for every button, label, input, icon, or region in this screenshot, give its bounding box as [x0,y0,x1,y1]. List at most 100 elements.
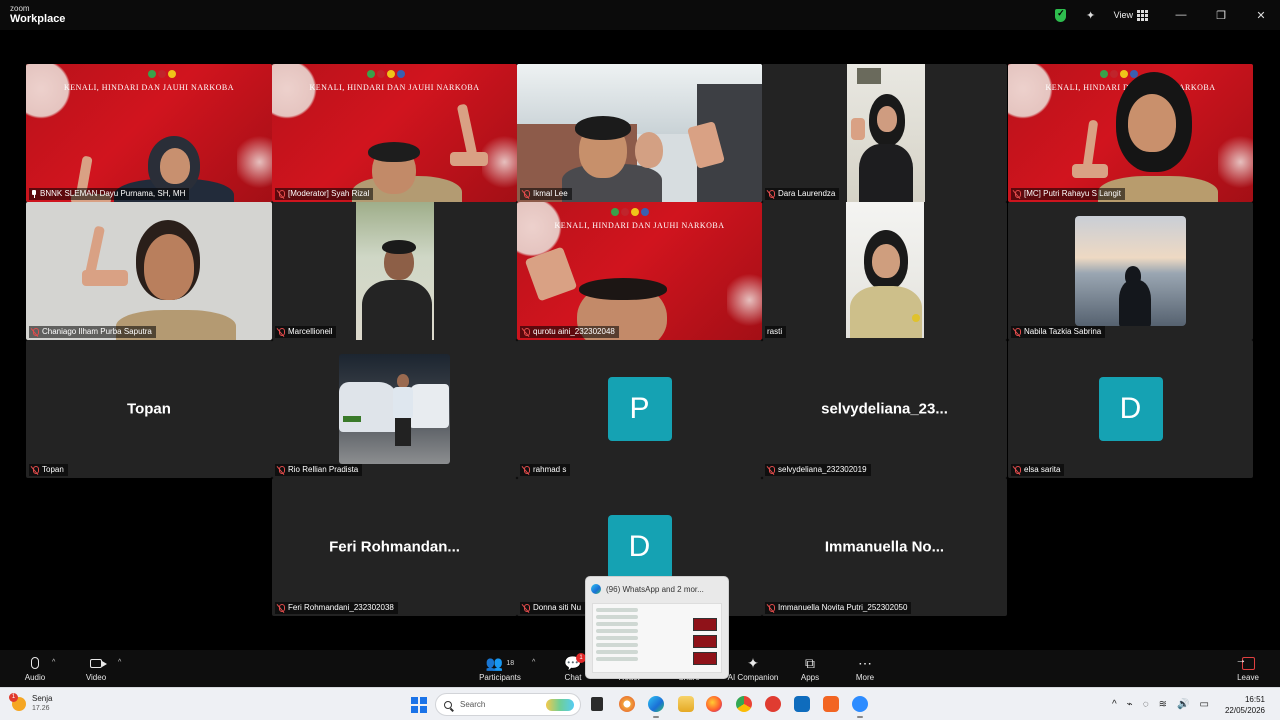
leave-button[interactable]: Leave [1223,653,1273,683]
search-highlight-icon [546,698,574,711]
audio-options-caret-icon[interactable]: ^ [52,659,55,666]
windows-start-icon[interactable] [411,697,427,713]
muted-mic-icon [522,327,530,337]
tray-overflow-icon[interactable]: ^ [1112,699,1117,710]
video-tile[interactable]: Nabila Tazkia Sabrina [1008,202,1253,340]
battery-icon[interactable]: ▭ [1200,699,1209,710]
preview-thumbnail [592,603,722,673]
preview-title: (96) WhatsApp and 2 mor... [606,584,704,594]
view-label: View [1113,10,1133,20]
video-tile[interactable]: Ikmal Lee [517,64,762,202]
participant-name-tag: Ikmal Lee [520,188,572,200]
participant-name: [Moderator] Syah Rizal [288,189,370,198]
participant-name: BNNK SLEMAN Dayu Purnama, SH, MH [40,189,186,198]
view-button[interactable]: View [1113,9,1148,21]
video-tile[interactable]: Feri Rohmandan... Feri Rohmandani_232302… [272,478,517,616]
banner-text: KENALI, HINDARI DAN JAUHI NARKOBA [554,221,725,230]
video-tile[interactable]: D elsa sarita [1008,340,1253,478]
participant-name-tag: rahmad s [520,464,571,476]
video-tile[interactable]: Marcellioneil [272,202,517,340]
video-tile[interactable]: KENALI, HINDARI DAN JAUHI NARKOBA [MC] P… [1008,64,1253,202]
globe-icon[interactable]: ◌ [1143,699,1149,710]
video-options-caret-icon[interactable]: ^ [118,659,121,666]
participant-name: elsa sarita [1024,465,1061,474]
more-button[interactable]: ⋯ More [840,653,890,683]
participants-options-caret-icon[interactable]: ^ [532,659,535,666]
clock[interactable]: 16:51 22/05/2026 [1220,694,1270,716]
task-view-icon[interactable] [591,697,603,711]
copilot-icon[interactable] [619,696,635,712]
participant-name-tag: Marcellioneil [275,326,337,338]
file-explorer-icon[interactable] [678,696,694,712]
participant-name: [MC] Putri Rahayu S Langit [1024,189,1121,198]
firefox-icon[interactable] [706,696,722,712]
close-icon[interactable]: ✕ [1250,4,1272,26]
network-icon[interactable]: ⌁ [1127,699,1133,710]
weather-sun-icon: 1 [9,692,26,711]
windows-taskbar: 1 Senja 17.26 Search ^ ⌁ ◌ ≋ 🔊 ▭ 16:51 2… [0,687,1280,720]
participant-display-name: Feri Rohmandan... [329,538,460,556]
video-tile[interactable]: Immanuella No... Immanuella Novita Putri… [762,478,1007,616]
video-tile[interactable]: Dara Laurendza [762,64,1007,202]
muted-mic-icon [522,189,530,199]
video-button[interactable]: Video [71,653,121,682]
participant-name: Feri Rohmandani_232302038 [288,603,394,612]
video-tile[interactable]: Topan Topan [26,340,272,478]
ai-companion-label: AI Companion [727,673,779,682]
participant-display-name: Immanuella No... [824,538,945,556]
encryption-shield-icon[interactable] [1050,4,1072,26]
taskbar-search[interactable]: Search [435,693,581,716]
sparkle-icon[interactable]: ✦ [1080,4,1102,26]
muted-mic-icon [767,465,775,475]
weather-widget[interactable]: 1 Senja 17.26 [9,692,52,713]
more-label: More [855,673,875,682]
video-tile[interactable]: Rio Rellian Pradista [272,340,517,478]
window-preview[interactable]: (96) WhatsApp and 2 mor... [585,576,729,679]
apps-button[interactable]: ⧉ Apps [785,653,835,683]
muted-mic-icon [1013,327,1021,337]
edge-icon[interactable] [648,696,664,718]
muted-mic-icon [31,465,39,475]
logo-line2: Workplace [10,13,66,25]
more-icon: ⋯ [858,654,872,671]
microphone-icon [31,657,39,669]
pdf-reader-icon[interactable] [765,696,781,712]
participant-name: qurotu aini_232302048 [533,327,615,336]
minimize-icon[interactable]: — [1170,4,1192,26]
ai-companion-button[interactable]: ✦ AI Companion [722,653,784,683]
edge-browser-icon [591,584,601,594]
participant-name-tag: Donna siti Nu [520,602,586,614]
video-tile[interactable]: selvydeliana_23... selvydeliana_23230201… [762,340,1007,478]
chat-label: Chat [564,673,582,682]
participant-display-name: Topan [127,400,171,418]
restore-icon[interactable]: ❐ [1210,4,1232,26]
participant-name-tag: Topan [29,464,68,476]
participant-name: Ikmal Lee [533,189,568,198]
chrome-icon[interactable] [736,696,752,712]
video-tile[interactable]: rasti [762,202,1007,340]
participant-name: Immanuella Novita Putri_252302050 [778,603,908,612]
participants-button[interactable]: 👥 18 Participants [475,653,525,683]
zoom-app-icon[interactable] [852,696,868,718]
outlook-icon[interactable] [794,696,810,712]
participant-name-tag: Rio Rellian Pradista [275,464,363,476]
audio-button[interactable]: Audio [10,653,60,682]
volume-icon[interactable]: 🔊 [1177,699,1189,710]
video-tile[interactable]: P rahmad s [517,340,762,478]
video-tile[interactable]: KENALI, HINDARI DAN JAUHI NARKOBA [Moder… [272,64,517,202]
participants-count: 18 [506,659,515,667]
participant-name: selvydeliana_232302019 [778,465,867,474]
office-app-icon[interactable] [823,696,839,712]
grid-view-icon [1137,9,1148,21]
system-tray: ^ ⌁ ◌ ≋ 🔊 ▭ 16:51 22/05/2026 [1107,688,1280,720]
participant-name-tag: selvydeliana_232302019 [765,464,871,476]
participant-name: Topan [42,465,64,474]
video-tile[interactable]: KENALI, HINDARI DAN JAUHI NARKOBA qurotu… [517,202,762,340]
video-tile[interactable]: KENALI, HINDARI DAN JAUHI NARKOBA BNNK S… [26,64,272,202]
muted-mic-icon [277,465,285,475]
video-tile[interactable]: Chaniago Ilham Purba Saputra [26,202,272,340]
weather-time: 17.26 [32,705,50,712]
wifi-icon[interactable]: ≋ [1159,699,1167,710]
muted-mic-icon [277,327,285,337]
participant-name: Marcellioneil [288,327,333,336]
